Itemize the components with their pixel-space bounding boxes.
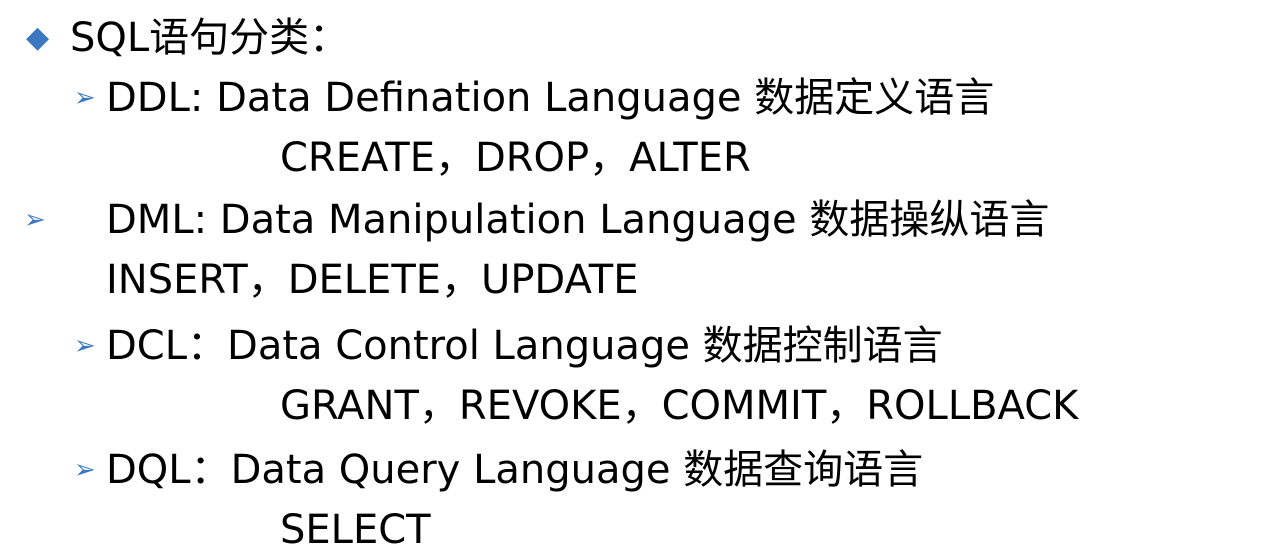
ddl-commands: CREATE，DROP，ALTER (280, 135, 751, 181)
arrow-bullet-icon: ➢ (74, 83, 96, 113)
slide: ◆ SQL语句分类： ➢ DDL: Data Defination Langua… (0, 0, 1272, 556)
diamond-bullet-icon: ◆ (26, 20, 50, 55)
arrow-bullet-icon: ➢ (24, 205, 46, 235)
dml-commands: INSERT，DELETE，UPDATE (106, 257, 639, 303)
arrow-bullet-icon: ➢ (74, 455, 96, 485)
dcl-commands: GRANT，REVOKE，COMMIT，ROLLBACK (280, 383, 1079, 429)
slide-title: SQL语句分类： (70, 15, 350, 61)
dql-heading: DQL：Data Query Language 数据查询语言 (106, 447, 924, 493)
dml-heading: DML: Data Manipulation Language 数据操纵语言 (106, 197, 1050, 243)
dql-commands: SELECT (280, 507, 431, 553)
ddl-heading: DDL: Data Defination Language 数据定义语言 (106, 75, 995, 121)
dcl-heading: DCL：Data Control Language 数据控制语言 (106, 323, 943, 369)
arrow-bullet-icon: ➢ (74, 331, 96, 361)
